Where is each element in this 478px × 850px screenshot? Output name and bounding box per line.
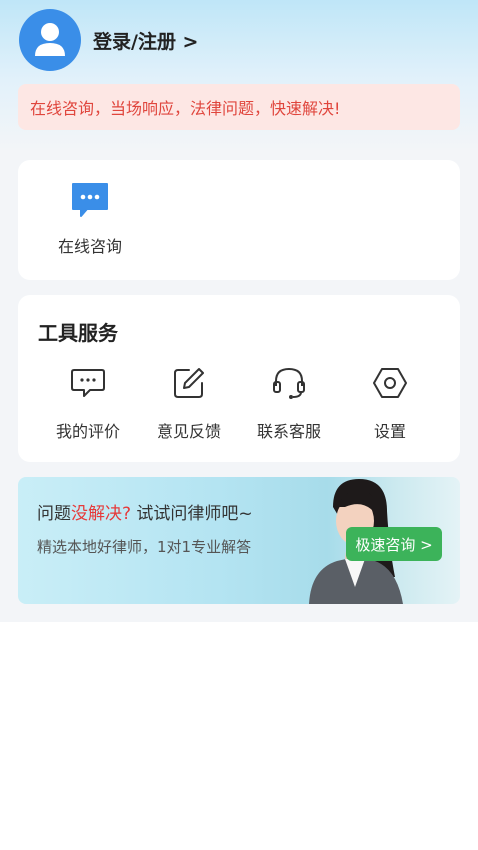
- banner-title: 问题没解决? 试试问律师吧~: [37, 499, 253, 524]
- banner-title-highlight: 没解决?: [71, 504, 132, 524]
- avatar[interactable]: [19, 9, 81, 71]
- online-consult-button[interactable]: 在线咨询: [48, 182, 132, 257]
- settings-button[interactable]: 设置: [340, 365, 440, 442]
- comment-icon: [38, 365, 138, 401]
- feedback-button[interactable]: 意见反馈: [139, 365, 239, 442]
- login-header[interactable]: 登录/注册 >: [19, 9, 198, 71]
- banner-title-suffix: 试试问律师吧~: [131, 504, 253, 524]
- login-register-link[interactable]: 登录/注册 >: [93, 27, 198, 54]
- lawyer-promo-banner[interactable]: 问题没解决? 试试问律师吧~ 精选本地好律师，1对1专业解答 极速咨询 >: [18, 477, 460, 604]
- contact-service-button[interactable]: 联系客服: [239, 365, 339, 442]
- my-reviews-button[interactable]: 我的评价: [38, 365, 138, 442]
- my-reviews-label: 我的评价: [55, 422, 120, 441]
- notice-text: 在线咨询，当场响应，法律问题，快速解决!: [30, 99, 341, 118]
- edit-icon: [139, 365, 239, 401]
- settings-icon: [340, 365, 440, 401]
- settings-label: 设置: [373, 422, 406, 441]
- tools-card: 工具服务 我的评价 意见反馈 联系客服 设置: [18, 295, 460, 462]
- headset-icon: [239, 365, 339, 401]
- banner-subtitle: 精选本地好律师，1对1专业解答: [37, 538, 252, 556]
- tools-row: 我的评价 意见反馈 联系客服 设置: [18, 365, 460, 445]
- online-consult-label: 在线咨询: [57, 237, 122, 256]
- user-icon: [35, 23, 65, 56]
- notice-banner: 在线咨询，当场响应，法律问题，快速解决!: [18, 84, 460, 130]
- tools-title: 工具服务: [38, 321, 118, 345]
- feedback-label: 意见反馈: [156, 422, 221, 441]
- quick-consult-button[interactable]: 极速咨询 >: [346, 527, 442, 561]
- profile-page: 登录/注册 > 在线咨询，当场响应，法律问题，快速解决! 在线咨询 工具服务 我…: [0, 0, 478, 622]
- chat-bubble-icon: [71, 182, 109, 217]
- consult-card: 在线咨询: [18, 160, 460, 280]
- banner-title-prefix: 问题: [37, 504, 71, 524]
- contact-service-label: 联系客服: [256, 422, 321, 441]
